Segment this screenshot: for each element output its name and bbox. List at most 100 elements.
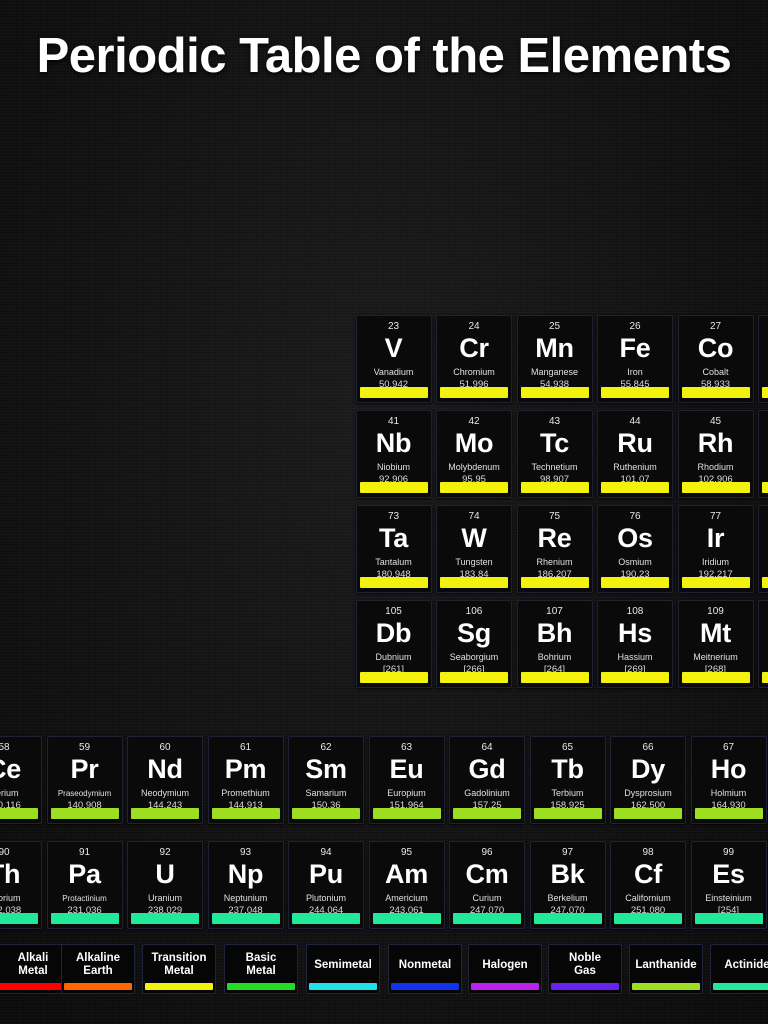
legend-item-basic-metal[interactable]: Basic Metal bbox=[224, 944, 298, 994]
element-tile-mn[interactable]: 25 Mn Manganese 54.938 bbox=[516, 315, 593, 403]
category-color-bar bbox=[292, 808, 360, 819]
atomic-number: 66 bbox=[642, 742, 654, 753]
element-tile-sg[interactable]: 106 Sg Seaborgium [266] bbox=[436, 600, 512, 688]
legend-item-transition-metal[interactable]: Transition Metal bbox=[142, 944, 216, 994]
category-color-bar bbox=[681, 387, 750, 398]
category-color-bar bbox=[0, 808, 38, 819]
atomic-number: 43 bbox=[548, 416, 561, 427]
element-tile-gd[interactable]: 64 Gd Gadolinium 157.25 bbox=[449, 736, 525, 824]
element-tile-sm[interactable]: 62 Sm Samarium 150.36 bbox=[288, 736, 364, 824]
element-name: Cerium bbox=[0, 788, 19, 798]
element-name: Rhodium bbox=[697, 462, 734, 472]
element-tile-u[interactable]: 92 U Uranium 238.029 bbox=[127, 841, 203, 929]
element-tile-fe[interactable]: 26 Fe Iron 55.845 bbox=[597, 315, 673, 403]
category-color-bar bbox=[440, 577, 508, 588]
element-tile-rh[interactable]: 45 Rh Rhodium 102.906 bbox=[677, 410, 754, 498]
element-name: Manganese bbox=[530, 367, 579, 377]
element-name: Meitnerium bbox=[693, 652, 738, 662]
element-symbol: Ir bbox=[706, 523, 725, 553]
legend-item-alkali-metal[interactable]: Alkali Metal bbox=[0, 944, 70, 994]
category-color-bar bbox=[520, 482, 589, 493]
legend-item-noble-gas[interactable]: Noble Gas bbox=[548, 944, 622, 994]
element-tile-am[interactable]: 95 Am Americium 243.061 bbox=[368, 841, 445, 929]
category-color-bar bbox=[453, 808, 521, 819]
category-color-bar bbox=[211, 913, 280, 924]
element-tile-ta[interactable]: 73 Ta Tantalum 180.948 bbox=[355, 505, 432, 593]
element-tile-bh[interactable]: 107 Bh Bohrium [264] bbox=[516, 600, 593, 688]
element-tile-tc[interactable]: 43 Tc Technetium 98.907 bbox=[516, 410, 593, 498]
legend-item-lanthanide[interactable]: Lanthanide bbox=[629, 944, 703, 994]
element-tile-ru[interactable]: 44 Ru Ruthenium 101.07 bbox=[597, 410, 673, 498]
atomic-number: 95 bbox=[400, 847, 413, 858]
atomic-number: 105 bbox=[385, 606, 402, 617]
element-name: Osmium bbox=[618, 557, 652, 567]
element-tile-os[interactable]: 76 Os Osmium 190.23 bbox=[597, 505, 673, 593]
legend-color-bar bbox=[391, 983, 459, 990]
element-name: Hassium bbox=[617, 652, 653, 662]
element-symbol: Ho bbox=[710, 754, 747, 784]
element-tile-re[interactable]: 75 Re Rhenium 186.207 bbox=[516, 505, 593, 593]
element-tile-v[interactable]: 23 V Vanadium 50.942 bbox=[355, 315, 432, 403]
element-symbol: Eu bbox=[389, 754, 424, 784]
element-symbol: Tc bbox=[540, 428, 569, 458]
element-tile-cm[interactable]: 96 Cm Curium 247.070 bbox=[449, 841, 525, 929]
element-tile-cr[interactable]: 24 Cr Chromium 51.996 bbox=[436, 315, 512, 403]
atomic-number: 74 bbox=[468, 511, 480, 522]
element-tile-eu[interactable]: 63 Eu Europium 151.964 bbox=[368, 736, 445, 824]
element-tile-tb[interactable]: 65 Tb Terbium 158.925 bbox=[529, 736, 606, 824]
legend-item-halogen[interactable]: Halogen bbox=[468, 944, 542, 994]
element-tile-pa[interactable]: 91 Pa Protactinium 231.036 bbox=[46, 841, 123, 929]
element-tile-dy[interactable]: 66 Dy Dysprosium 162.500 bbox=[610, 736, 686, 824]
category-color-bar bbox=[131, 808, 199, 819]
element-symbol: U bbox=[155, 859, 175, 889]
element-tile-pm[interactable]: 61 Pm Promethium 144.913 bbox=[207, 736, 284, 824]
element-tile-nd[interactable]: 60 Nd Neodymium 144.243 bbox=[127, 736, 203, 824]
element-name: Berkelium bbox=[547, 893, 588, 903]
element-tile-ni[interactable]: 28NiNickel58.693 bbox=[758, 315, 768, 403]
element-tile-w[interactable]: 74 W Tungsten 183.84 bbox=[436, 505, 512, 593]
element-tile-pt[interactable]: 78PtPlatinum195.085 bbox=[758, 505, 768, 593]
element-tile-th[interactable]: 90ThThorium232.038 bbox=[0, 841, 42, 929]
element-tile-nb[interactable]: 41 Nb Niobium 92.906 bbox=[355, 410, 432, 498]
element-tile-bk[interactable]: 97 Bk Berkelium 247.070 bbox=[529, 841, 606, 929]
element-tile-pr[interactable]: 59 Pr Praseodymium 140.908 bbox=[46, 736, 123, 824]
element-tile-hs[interactable]: 108 Hs Hassium [269] bbox=[597, 600, 673, 688]
legend-item-semimetal[interactable]: Semimetal bbox=[306, 944, 380, 994]
element-tile-cf[interactable]: 98 Cf Californium 251.080 bbox=[610, 841, 686, 929]
element-tile-ds[interactable]: 110DsDarmstadtium[269] bbox=[758, 600, 768, 688]
element-tile-co[interactable]: 27 Co Cobalt 58.933 bbox=[677, 315, 754, 403]
legend-label: Transition Metal bbox=[151, 952, 207, 977]
element-symbol: Mt bbox=[700, 618, 731, 648]
element-tile-pd[interactable]: 46PdPalladium106.42 bbox=[758, 410, 768, 498]
periodic-table-grid: 5BBoron10.8116CCarbon12.01113AlAluminum2… bbox=[0, 0, 768, 1024]
legend-label: Lanthanide bbox=[635, 958, 697, 971]
atomic-number: 61 bbox=[239, 742, 252, 753]
legend-color-bar bbox=[713, 983, 768, 990]
atomic-number: 97 bbox=[561, 847, 574, 858]
atomic-number: 75 bbox=[548, 511, 561, 522]
element-tile-mt[interactable]: 109 Mt Meitnerium [268] bbox=[677, 600, 754, 688]
element-name: Americium bbox=[385, 893, 428, 903]
category-color-bar bbox=[762, 482, 768, 493]
element-tile-mo[interactable]: 42 Mo Molybdenum 95.95 bbox=[436, 410, 512, 498]
element-symbol: Am bbox=[385, 859, 428, 889]
element-tile-es[interactable]: 99 Es Einsteinium [254] bbox=[690, 841, 767, 929]
element-tile-ce[interactable]: 58CeCerium140.116 bbox=[0, 736, 42, 824]
atomic-number: 94 bbox=[320, 847, 332, 858]
element-tile-db[interactable]: 105 Db Dubnium [261] bbox=[355, 600, 432, 688]
category-color-bar bbox=[762, 387, 768, 398]
legend-item-nonmetal[interactable]: Nonmetal bbox=[388, 944, 462, 994]
atomic-number: 62 bbox=[320, 742, 332, 753]
element-tile-pu[interactable]: 94 Pu Plutonium 244.064 bbox=[288, 841, 364, 929]
legend-item-alkaline-earth[interactable]: Alkaline Earth bbox=[61, 944, 135, 994]
legend-color-bar bbox=[64, 983, 132, 990]
category-color-bar bbox=[0, 913, 38, 924]
legend-item-actinide[interactable]: Actinide bbox=[710, 944, 768, 994]
element-tile-np[interactable]: 93 Np Neptunium 237.048 bbox=[207, 841, 284, 929]
element-name: Uranium bbox=[147, 893, 182, 903]
element-symbol: Sg bbox=[457, 618, 491, 648]
element-symbol: Ce bbox=[0, 754, 21, 784]
element-tile-ir[interactable]: 77 Ir Iridium 192.217 bbox=[677, 505, 754, 593]
element-tile-ho[interactable]: 67 Ho Holmium 164.930 bbox=[690, 736, 767, 824]
category-color-bar bbox=[131, 913, 199, 924]
